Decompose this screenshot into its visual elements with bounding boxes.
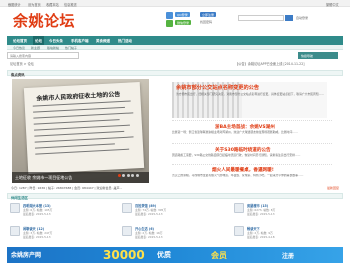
headline-summary-3: 因道路施工需要，S30路公交线路自即日起临时绕道行驶，恢复时间另行通知，请乘客注… xyxy=(172,153,301,157)
topbar-link-homepage[interactable]: 设为首页 xyxy=(28,2,41,7)
latest-replies-link[interactable]: 最新回复 xyxy=(327,186,339,190)
nav-item-home[interactable]: 论坛首页 xyxy=(13,39,27,44)
announcement-ticker[interactable]: 【公告】余姚论坛APP已全面上线 [2014-11-22] xyxy=(235,61,305,66)
topbar-link-push[interactable]: 信息推送 xyxy=(64,2,77,7)
banner-brand: 余姚房产网 xyxy=(11,252,42,259)
headline-title-1[interactable]: 余姚市部分公交站点名称变更的公告 xyxy=(176,84,259,91)
forum-item[interactable]: 四明湖大本营 (13) 主题: 6万, 帖数: 105万 最后发表: 2015-… xyxy=(10,201,118,223)
slide-dot[interactable] xyxy=(117,174,121,177)
nav-item-events[interactable]: 热门活动 xyxy=(118,39,132,44)
qq-icon xyxy=(166,12,173,19)
forum-last-post[interactable]: 最后发表: 2015-5-13 xyxy=(23,235,51,239)
topbar-link-bookmark[interactable]: 收藏本站 xyxy=(46,2,59,7)
headline-title-4[interactable]: 烟火人间最暖餐桌，香逼网暖! xyxy=(212,167,274,173)
focus-slideshow[interactable]: 余姚市人民政府征收土地的公告 土地征收 余姚市一项目征地公告 xyxy=(12,79,149,183)
forum-item[interactable]: 房屋楼市 (15) 主题: 6273, 帖数: 8万 最后发表: 2015-5-… xyxy=(234,201,342,223)
site-search-field[interactable] xyxy=(7,52,79,59)
forum-item[interactable]: 畅谈天下 主题: 2万, 帖数: 9万 最后发表: 2015-4-18 xyxy=(234,224,342,246)
forum-item[interactable]: 闲聊谈天 (12) 主题: 3万, 帖数: 247万 最后发表: 2015-5-… xyxy=(10,224,118,246)
forum-category-header: 休闲生活区 xyxy=(7,193,343,200)
notice-sheet-title: 余姚市人民政府征收土地的公告 xyxy=(36,91,121,103)
forum-last-post[interactable]: 最后发表: 2015-5-13 xyxy=(135,235,163,239)
headline-summary-4: 舌尖上的余姚，寻找城市里最有烟火气的味道，年夜饭、家常菜、特色小吃，一起来分享你… xyxy=(172,174,304,177)
main-nav: 论坛首页 论坛 今日头条 手机客户端 美食频道 热门活动 xyxy=(7,36,343,45)
subnav-item-popular[interactable]: 热门帖子 xyxy=(65,46,77,50)
ad-banner[interactable]: 余姚房产网 30000 优质 会员 注册 xyxy=(7,247,343,263)
forum-last-post[interactable]: 最后发表: 2015-4-18 xyxy=(247,235,275,239)
banner-text-1: 优质 xyxy=(157,251,171,259)
top-utility-bar: 截图统计 设为首页 收藏本站 信息推送 繁體中文 xyxy=(0,0,350,7)
site-logo[interactable]: 余姚论坛 xyxy=(13,10,75,31)
nav-item-headlines[interactable]: 今日头条 xyxy=(49,39,63,44)
nav-item-mobile[interactable]: 手机客户端 xyxy=(71,39,89,44)
sub-nav: 今日热议 新主题 版块新帖 热门帖子 xyxy=(7,45,343,50)
banner-number: 30000 xyxy=(103,248,145,262)
login-username-field[interactable] xyxy=(238,15,284,21)
slide-dot[interactable] xyxy=(131,174,134,177)
quick-nav-button[interactable]: 快捷导航 xyxy=(298,52,338,59)
forum-board-icon xyxy=(122,203,132,213)
topbar-link-traditional[interactable]: 繁體中文 xyxy=(326,2,339,7)
divider xyxy=(172,120,332,121)
nav-item-food[interactable]: 美食频道 xyxy=(96,39,110,44)
subnav-item-hot[interactable]: 今日热议 xyxy=(13,46,25,50)
forum-board-icon xyxy=(10,226,20,236)
headline-summary-2: 比赛第一场：浙江省篮球联赛余姚主场对阵湖州，欢迎广大球迷朋友前往现场观赛助威，比… xyxy=(172,130,298,134)
forum-board-icon xyxy=(234,226,244,236)
forum-item[interactable]: 开心生活 (6) 主题: 2万, 帖数: 16万 最后发表: 2015-5-13 xyxy=(122,224,230,246)
headline-summary-1: 为方便市民出行，经相关部门研究决定，对我市部分公交站点名称进行变更，具体变更站点… xyxy=(176,92,325,96)
focus-section-title: 焦点资讯 xyxy=(11,73,25,77)
login-submit-button[interactable] xyxy=(285,15,293,21)
qq-login-button[interactable]: QQ登录 xyxy=(175,12,190,17)
focus-section-header: 焦点资讯 xyxy=(7,70,343,77)
register-button[interactable]: 立即注册 xyxy=(200,12,217,17)
forum-stats-text: 今日: 1287 | 昨日: 1636 | 帖子: 26847688 | 会员:… xyxy=(11,186,123,191)
subnav-item-new[interactable]: 新主题 xyxy=(31,46,40,50)
forum-board-icon xyxy=(122,226,132,236)
forum-category-title[interactable]: 休闲生活区 xyxy=(11,195,28,200)
subnav-item-board[interactable]: 版块新帖 xyxy=(47,46,59,50)
topbar-link-stats[interactable]: 截图统计 xyxy=(8,2,21,7)
slideshow-caption[interactable]: 土地征收 余姚市一项目征地公告 xyxy=(15,175,72,181)
banner-text-2: 会员 xyxy=(211,251,227,260)
wechat-icon xyxy=(166,20,173,27)
search-input[interactable] xyxy=(8,53,78,58)
banner-text-3: 注册 xyxy=(282,253,295,260)
forum-last-post[interactable]: 最后发表: 2015-5-13 xyxy=(135,212,163,216)
auto-login-checkbox[interactable]: 自动登录 xyxy=(296,16,308,20)
divider xyxy=(172,164,332,165)
find-password-link[interactable]: 找回密码 xyxy=(200,20,212,24)
slideshow-pager[interactable] xyxy=(116,174,139,178)
forum-board-icon xyxy=(234,203,244,213)
nav-item-forum[interactable]: 论坛 xyxy=(33,36,44,45)
forum-stats-bar: 今日: 1287 | 昨日: 1636 | 帖子: 26847688 | 会员:… xyxy=(7,185,343,191)
slide-dot[interactable] xyxy=(135,174,139,177)
forum-last-post[interactable]: 最后发表: 2015-5-13 xyxy=(247,212,275,216)
wechat-login-button[interactable]: 微信登录 xyxy=(175,20,192,25)
breadcrumb[interactable]: 论坛首页 > 论坛 xyxy=(10,61,34,66)
forum-board-icon xyxy=(10,203,20,213)
divider xyxy=(172,143,332,144)
forum-item[interactable]: 百姓茶馆 (89) 主题: 74万, 帖数: 305万 最后发表: 2015-5… xyxy=(122,201,230,223)
notice-sheet-image: 余姚市人民政府征收土地的公告 xyxy=(23,82,145,174)
slide-dot[interactable] xyxy=(122,174,125,177)
slide-dot[interactable] xyxy=(126,174,130,177)
forum-last-post[interactable]: 最后发表: 2015-5-13 xyxy=(23,212,51,216)
